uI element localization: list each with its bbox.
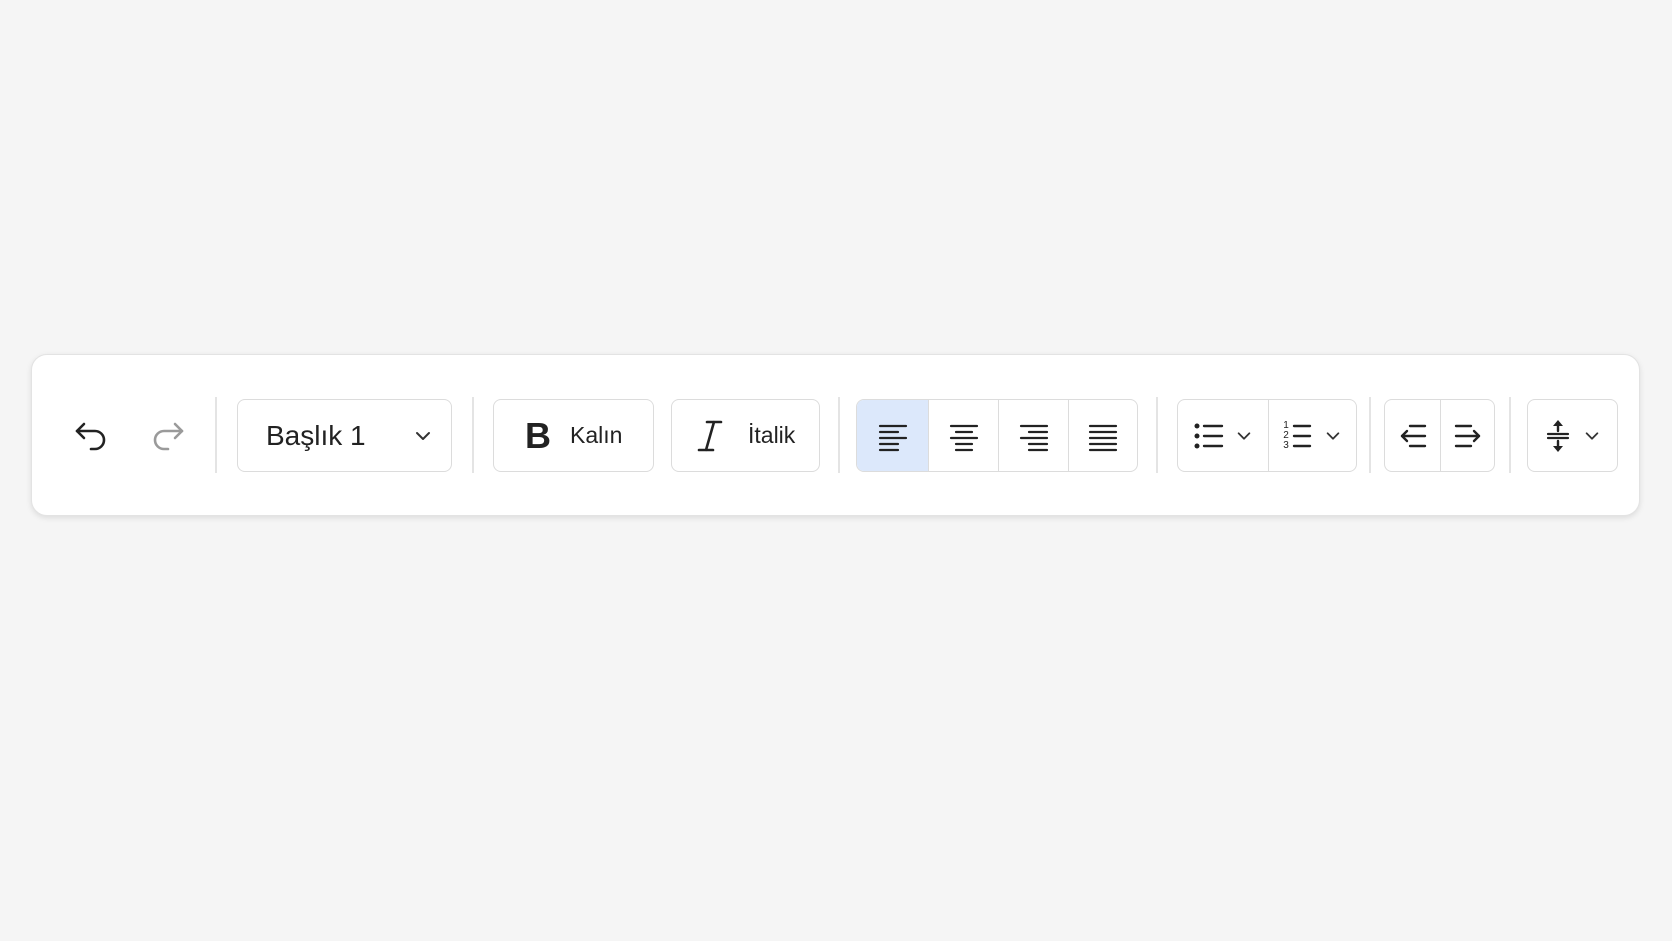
toolbar-divider — [472, 397, 474, 473]
indent-group — [1384, 399, 1495, 472]
align-right-icon — [1019, 424, 1048, 451]
numbered-list-icon: 1 2 3 — [1283, 419, 1312, 451]
toolbar-divider — [1369, 397, 1371, 473]
redo-button[interactable] — [137, 407, 197, 463]
formatting-toolbar: Başlık 1 B Kalın İtalik 1 2 3 — [31, 354, 1640, 516]
decrease-indent-button[interactable] — [1385, 400, 1440, 471]
list-group: 1 2 3 — [1177, 399, 1357, 472]
align-right-button[interactable] — [998, 400, 1068, 471]
numbered-list-digit: 1 — [1283, 419, 1289, 431]
align-center-button[interactable] — [928, 400, 998, 471]
chevron-down-icon — [1324, 427, 1342, 445]
align-left-button[interactable] — [857, 400, 928, 471]
align-justify-button[interactable] — [1068, 400, 1137, 471]
toolbar-divider — [1509, 397, 1511, 473]
numbered-list-button[interactable]: 1 2 3 — [1268, 400, 1356, 471]
bold-icon: B — [525, 414, 551, 456]
bulleted-list-button[interactable] — [1178, 400, 1268, 471]
bulleted-list-icon — [1194, 423, 1224, 448]
bold-button[interactable]: B Kalın — [493, 399, 654, 472]
bold-label: Kalın — [570, 422, 623, 448]
italic-button[interactable]: İtalik — [671, 399, 820, 472]
toolbar-divider — [838, 397, 840, 473]
paragraph-style-dropdown[interactable]: Başlık 1 — [237, 399, 452, 472]
paragraph-style-value: Başlık 1 — [266, 419, 366, 451]
numbered-list-digit: 3 — [1283, 439, 1289, 451]
chevron-down-icon — [413, 426, 433, 446]
line-spacing-icon — [1546, 419, 1569, 452]
alignment-group — [856, 399, 1138, 472]
numbered-list-digit: 2 — [1283, 429, 1289, 441]
italic-icon — [696, 418, 724, 454]
indent-icon — [1454, 424, 1480, 447]
outdent-icon — [1400, 424, 1426, 447]
undo-icon — [75, 422, 106, 451]
toolbar-divider — [1156, 397, 1158, 473]
increase-indent-button[interactable] — [1440, 400, 1494, 471]
toolbar-divider — [215, 397, 217, 473]
undo-button[interactable] — [62, 407, 122, 463]
chevron-down-icon — [1583, 427, 1601, 445]
align-center-icon — [949, 424, 978, 451]
line-spacing-dropdown[interactable] — [1527, 399, 1618, 472]
italic-label: İtalik — [748, 422, 796, 448]
align-justify-icon — [1088, 424, 1118, 451]
redo-icon — [153, 422, 184, 451]
chevron-down-icon — [1235, 427, 1253, 445]
align-left-icon — [878, 424, 907, 451]
